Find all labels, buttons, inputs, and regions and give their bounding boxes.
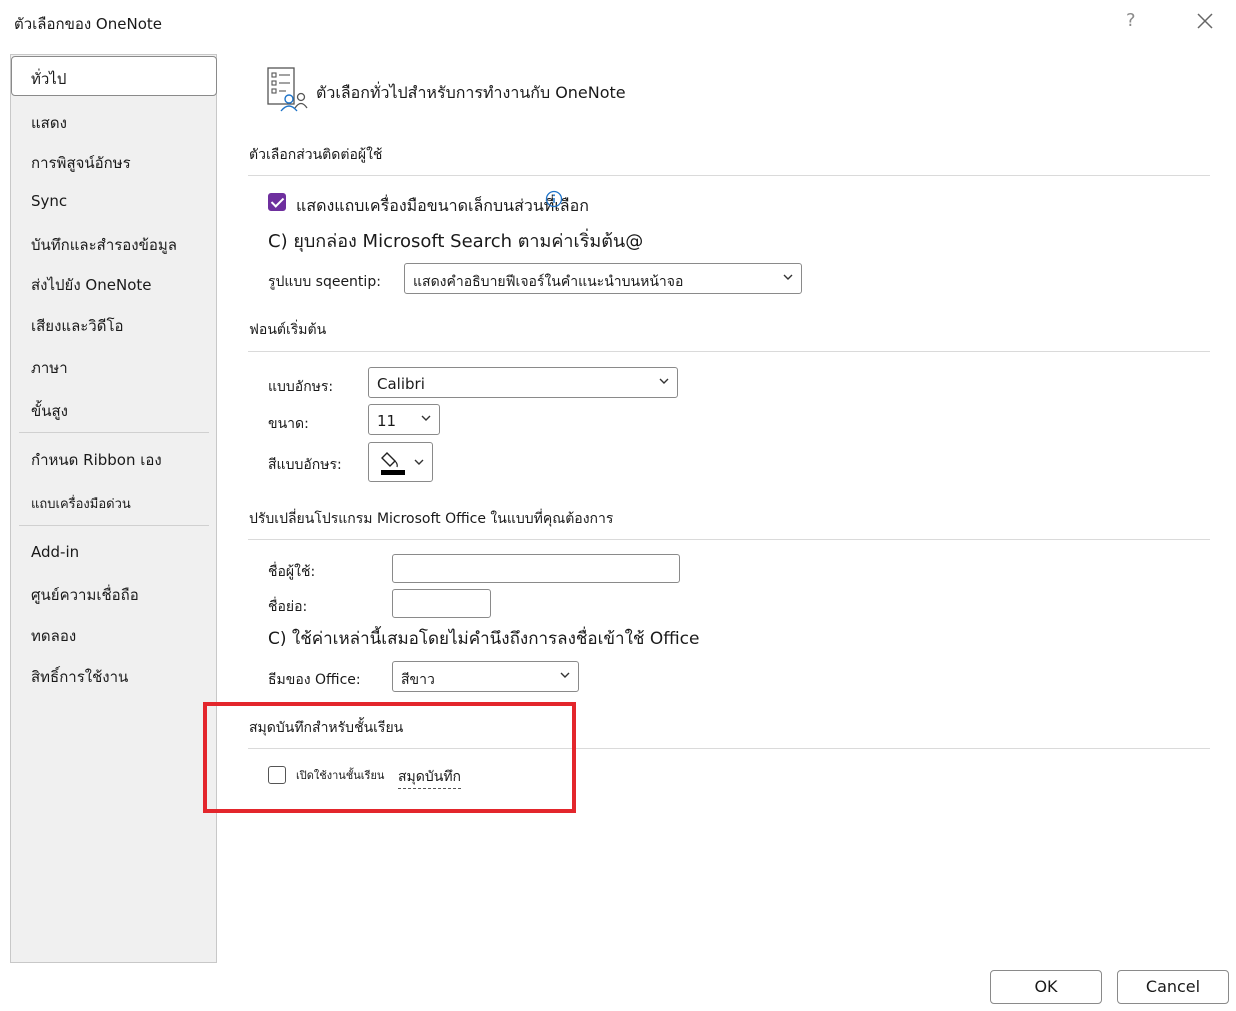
sidebar-item-general[interactable]: ทั่วไป <box>11 56 217 96</box>
search-collapse-option[interactable]: C) ยุบกล่อง Microsoft Search ตามค่าเริ่ม… <box>268 226 643 255</box>
initials-input[interactable] <box>392 589 491 618</box>
section-divider <box>248 539 1210 540</box>
chevron-down-icon <box>414 459 424 465</box>
section-title-ui-options: ตัวเลือกส่วนติดต่อผู้ใช้ <box>249 147 383 163</box>
mini-toolbar-checkbox[interactable] <box>268 193 286 211</box>
sidebar-item-sync[interactable]: Sync <box>31 192 67 210</box>
font-value: Calibri <box>377 375 425 393</box>
chevron-down-icon <box>659 378 669 384</box>
office-theme-value: สีขาว <box>401 672 435 688</box>
section-divider <box>248 351 1210 352</box>
section-title-default-font: ฟอนต์เริ่มต้น <box>249 322 327 338</box>
sidebar-item-display[interactable]: แสดง <box>31 111 67 135</box>
screentip-label: รูปแบบ sqeentip: <box>268 274 381 290</box>
title-bar: ตัวเลือกของ OneNote ? <box>0 0 1236 44</box>
sidebar-item-audio-video[interactable]: เสียงและวิดีโอ <box>31 314 124 338</box>
sidebar-item-advanced[interactable]: ขั้นสูง <box>31 399 68 423</box>
info-icon[interactable] <box>545 190 563 208</box>
section-divider <box>248 175 1210 176</box>
sidebar-divider <box>19 525 209 526</box>
cancel-button[interactable]: Cancel <box>1117 970 1229 1004</box>
section-title-personalize: ปรับเปลี่ยนโปรแกรม Microsoft Office ในแบ… <box>249 511 614 527</box>
always-use-values-option[interactable]: C) ใช้ค่าเหล่านี้เสมอโดยไม่คำนึงถึงการลง… <box>268 625 699 652</box>
initials-label: ชื่อย่อ: <box>268 599 308 615</box>
highlight-box <box>203 702 576 813</box>
sidebar-item-proofing[interactable]: การพิสูจน์อักษร <box>31 151 131 175</box>
chevron-down-icon <box>783 274 793 280</box>
sidebar-item-customize-ribbon[interactable]: กำหนด Ribbon เอง <box>31 448 162 472</box>
font-color-dropdown[interactable] <box>368 442 433 482</box>
office-theme-dropdown[interactable]: สีขาว <box>392 661 579 692</box>
sidebar-divider <box>19 432 209 433</box>
size-label: ขนาด: <box>268 416 309 432</box>
window-title: ตัวเลือกของ OneNote <box>14 15 162 33</box>
sidebar-item-language[interactable]: ภาษา <box>31 356 68 380</box>
font-label: แบบอักษร: <box>268 379 334 395</box>
sidebar-item-save-backup[interactable]: บันทึกและสำรองข้อมูล <box>31 233 177 257</box>
sidebar-item-licensing[interactable]: สิทธิ์การใช้งาน <box>31 665 128 689</box>
page-title: ตัวเลือกทั่วไปสำหรับการทำงานกับ OneNote <box>316 83 626 102</box>
close-icon[interactable] <box>1194 10 1216 32</box>
office-theme-label: ธีมของ Office: <box>268 672 361 688</box>
username-input[interactable] <box>392 554 680 583</box>
sidebar-item-trust-center[interactable]: ศูนย์ความเชื่อถือ <box>31 583 139 607</box>
general-options-icon <box>267 67 308 112</box>
sidebar-item-quick-access-toolbar[interactable]: แถบเครื่องมือด่วน <box>31 493 131 514</box>
ok-button[interactable]: OK <box>990 970 1102 1004</box>
sidebar-item-experiments[interactable]: ทดลอง <box>31 624 76 648</box>
font-color-label: สีแบบอักษร: <box>268 457 342 473</box>
paint-bucket-icon <box>381 452 405 475</box>
chevron-down-icon <box>421 415 431 421</box>
size-value: 11 <box>377 412 397 430</box>
font-dropdown[interactable]: Calibri <box>368 367 678 398</box>
sidebar-item-send-to-onenote[interactable]: ส่งไปยัง OneNote <box>31 273 151 297</box>
screentip-dropdown[interactable]: แสดงคำอธิบายฟีเจอร์ในคำแนะนำบนหน้าจอ <box>404 263 802 294</box>
sidebar-item-addins[interactable]: Add-in <box>31 543 79 561</box>
sidebar-item-label: ทั่วไป <box>31 70 67 88</box>
size-dropdown[interactable]: 11 <box>368 404 440 435</box>
sidebar-nav: ทั่วไป แสดง การพิสูจน์อักษร Sync บันทึกแ… <box>10 54 217 963</box>
help-button[interactable]: ? <box>1126 10 1136 31</box>
username-label: ชื่อผู้ใช้: <box>268 564 316 580</box>
screentip-value: แสดงคำอธิบายฟีเจอร์ในคำแนะนำบนหน้าจอ <box>413 274 684 290</box>
chevron-down-icon <box>560 672 570 678</box>
